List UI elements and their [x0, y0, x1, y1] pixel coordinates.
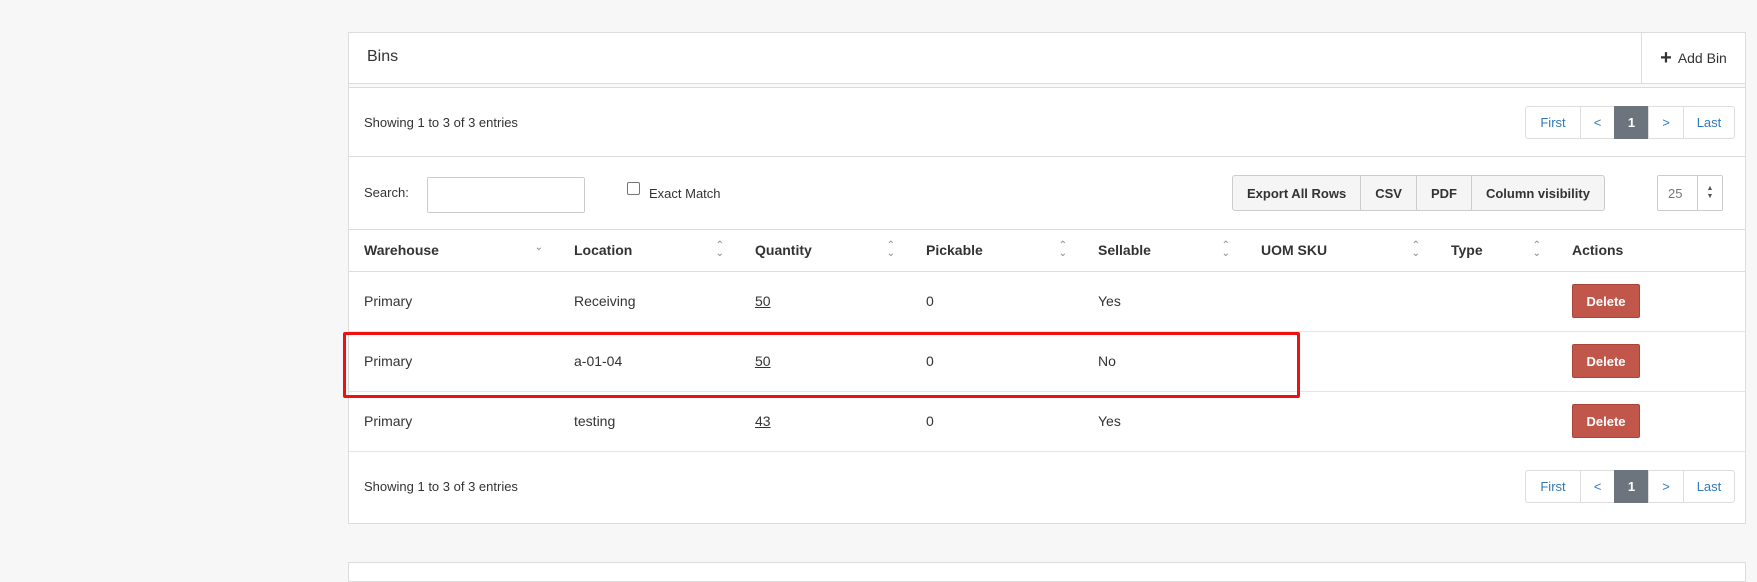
page-last-button[interactable]: Last	[1683, 469, 1735, 503]
entries-info-bottom: Showing 1 to 3 of 3 entries	[364, 478, 518, 494]
export-all-rows-button[interactable]: Export All Rows	[1232, 175, 1362, 211]
cell-location: testing	[559, 391, 740, 452]
cell-sellable: Yes	[1083, 391, 1246, 452]
page-1-button[interactable]: 1	[1614, 469, 1649, 503]
column-header-uom-sku[interactable]: UOM SKU ⌃ ⌄	[1246, 230, 1436, 272]
column-header-location[interactable]: Location ⌃ ⌄	[559, 230, 740, 272]
spinner-arrows-icon: ▲ ▼	[1697, 176, 1722, 210]
page-prev-button[interactable]: <	[1580, 469, 1615, 503]
table-row: Primary testing 43 0 Yes Delete	[349, 391, 1745, 452]
quantity-link[interactable]: 50	[755, 353, 771, 369]
sort-icon: ⌃ ⌄	[715, 240, 724, 259]
exact-match-label: Exact Match	[649, 186, 721, 201]
column-header-pickable[interactable]: Pickable ⌃ ⌄	[911, 230, 1083, 272]
cell-type	[1436, 391, 1557, 452]
table-header-row: Warehouse ⌄ Location ⌃ ⌄ Quantity ⌃ ⌄ Pickabl…	[349, 230, 1745, 272]
cell-uom-sku	[1246, 331, 1436, 392]
next-panel-edge	[348, 562, 1746, 582]
cell-quantity: 50	[740, 331, 911, 392]
cell-pickable: 0	[911, 391, 1083, 452]
column-label: Type	[1451, 242, 1483, 259]
column-header-actions: Actions	[1557, 230, 1745, 272]
cell-sellable: Yes	[1083, 271, 1246, 332]
column-label: UOM SKU	[1261, 242, 1328, 259]
export-button-group: Export All Rows CSV PDF Column visibilit…	[1232, 175, 1605, 211]
column-header-quantity[interactable]: Quantity ⌃ ⌄	[740, 230, 911, 272]
bottom-info-row: Showing 1 to 3 of 3 entries First < 1 > …	[349, 452, 1745, 520]
cell-actions: Delete	[1557, 271, 1745, 332]
sort-desc-icon: ⌄	[534, 242, 543, 253]
page-1-button[interactable]: 1	[1614, 106, 1649, 139]
add-bin-button[interactable]: + Add Bin	[1641, 33, 1745, 83]
cell-actions: Delete	[1557, 331, 1745, 392]
column-label: Location	[574, 242, 633, 259]
bins-panel: Bins + Add Bin Showing 1 to 3 of 3 entri…	[348, 32, 1746, 524]
page-first-button[interactable]: First	[1525, 469, 1581, 503]
page-length-select[interactable]: 25 ▲ ▼	[1657, 175, 1723, 211]
search-input[interactable]	[427, 177, 585, 213]
cell-location: Receiving	[559, 271, 740, 332]
quantity-link[interactable]: 43	[755, 413, 771, 429]
top-info-row: Showing 1 to 3 of 3 entries First < 1 > …	[349, 88, 1745, 157]
panel-header: Bins + Add Bin	[349, 33, 1745, 84]
sort-icon: ⌃ ⌄	[1532, 240, 1541, 259]
panel-title: Bins	[367, 48, 399, 65]
table-toolbar: Search: Exact Match Export All Rows CSV …	[349, 157, 1745, 230]
page-length-value: 25	[1668, 185, 1683, 201]
cell-uom-sku	[1246, 271, 1436, 332]
cell-pickable: 0	[911, 331, 1083, 392]
entries-info-top: Showing 1 to 3 of 3 entries	[364, 115, 518, 130]
cell-quantity: 43	[740, 391, 911, 452]
sort-icon: ⌃ ⌄	[1411, 240, 1420, 259]
cell-warehouse: Primary	[349, 331, 559, 392]
column-header-warehouse[interactable]: Warehouse ⌄	[349, 230, 559, 272]
bins-table: Warehouse ⌄ Location ⌃ ⌄ Quantity ⌃ ⌄ Pickabl…	[349, 230, 1745, 452]
cell-warehouse: Primary	[349, 271, 559, 332]
cell-pickable: 0	[911, 271, 1083, 332]
column-visibility-button[interactable]: Column visibility	[1470, 175, 1605, 211]
page-prev-button[interactable]: <	[1580, 106, 1615, 139]
quantity-link[interactable]: 50	[755, 293, 771, 309]
table-row: Primary Receiving 50 0 Yes Delete	[349, 271, 1745, 332]
delete-button[interactable]: Delete	[1572, 404, 1640, 438]
column-header-sellable[interactable]: Sellable ⌃ ⌄	[1083, 230, 1246, 272]
sort-icon: ⌃ ⌄	[1058, 240, 1067, 259]
page-first-button[interactable]: First	[1525, 106, 1581, 139]
table-row: Primary a-01-04 50 0 No Delete	[349, 331, 1745, 392]
exact-match-checkbox[interactable]	[627, 182, 640, 195]
pagination-bottom: First < 1 > Last	[1525, 469, 1735, 503]
column-header-type[interactable]: Type ⌃ ⌄	[1436, 230, 1557, 272]
sort-icon: ⌃ ⌄	[886, 240, 895, 259]
delete-button[interactable]: Delete	[1572, 284, 1640, 318]
cell-type	[1436, 331, 1557, 392]
add-bin-label: Add Bin	[1677, 50, 1727, 66]
pdf-button[interactable]: PDF	[1415, 175, 1472, 211]
column-label: Quantity	[755, 242, 812, 259]
column-label: Actions	[1572, 242, 1624, 259]
cell-quantity: 50	[740, 271, 911, 332]
pagination-top: First < 1 > Last	[1525, 106, 1735, 139]
column-label: Sellable	[1098, 242, 1151, 259]
csv-button[interactable]: CSV	[1360, 175, 1417, 211]
cell-location: a-01-04	[559, 331, 740, 392]
delete-button[interactable]: Delete	[1572, 344, 1640, 378]
sort-icon: ⌃ ⌄	[1221, 240, 1230, 259]
cell-sellable: No	[1083, 331, 1246, 392]
page-last-button[interactable]: Last	[1683, 106, 1735, 139]
cell-actions: Delete	[1557, 391, 1745, 452]
plus-icon: +	[1660, 47, 1672, 69]
page-next-button[interactable]: >	[1648, 469, 1684, 503]
column-label: Warehouse	[364, 242, 439, 259]
page-next-button[interactable]: >	[1648, 106, 1684, 139]
cell-uom-sku	[1246, 391, 1436, 452]
cell-warehouse: Primary	[349, 391, 559, 452]
search-label: Search:	[364, 185, 409, 200]
cell-type	[1436, 271, 1557, 332]
column-label: Pickable	[926, 242, 983, 259]
